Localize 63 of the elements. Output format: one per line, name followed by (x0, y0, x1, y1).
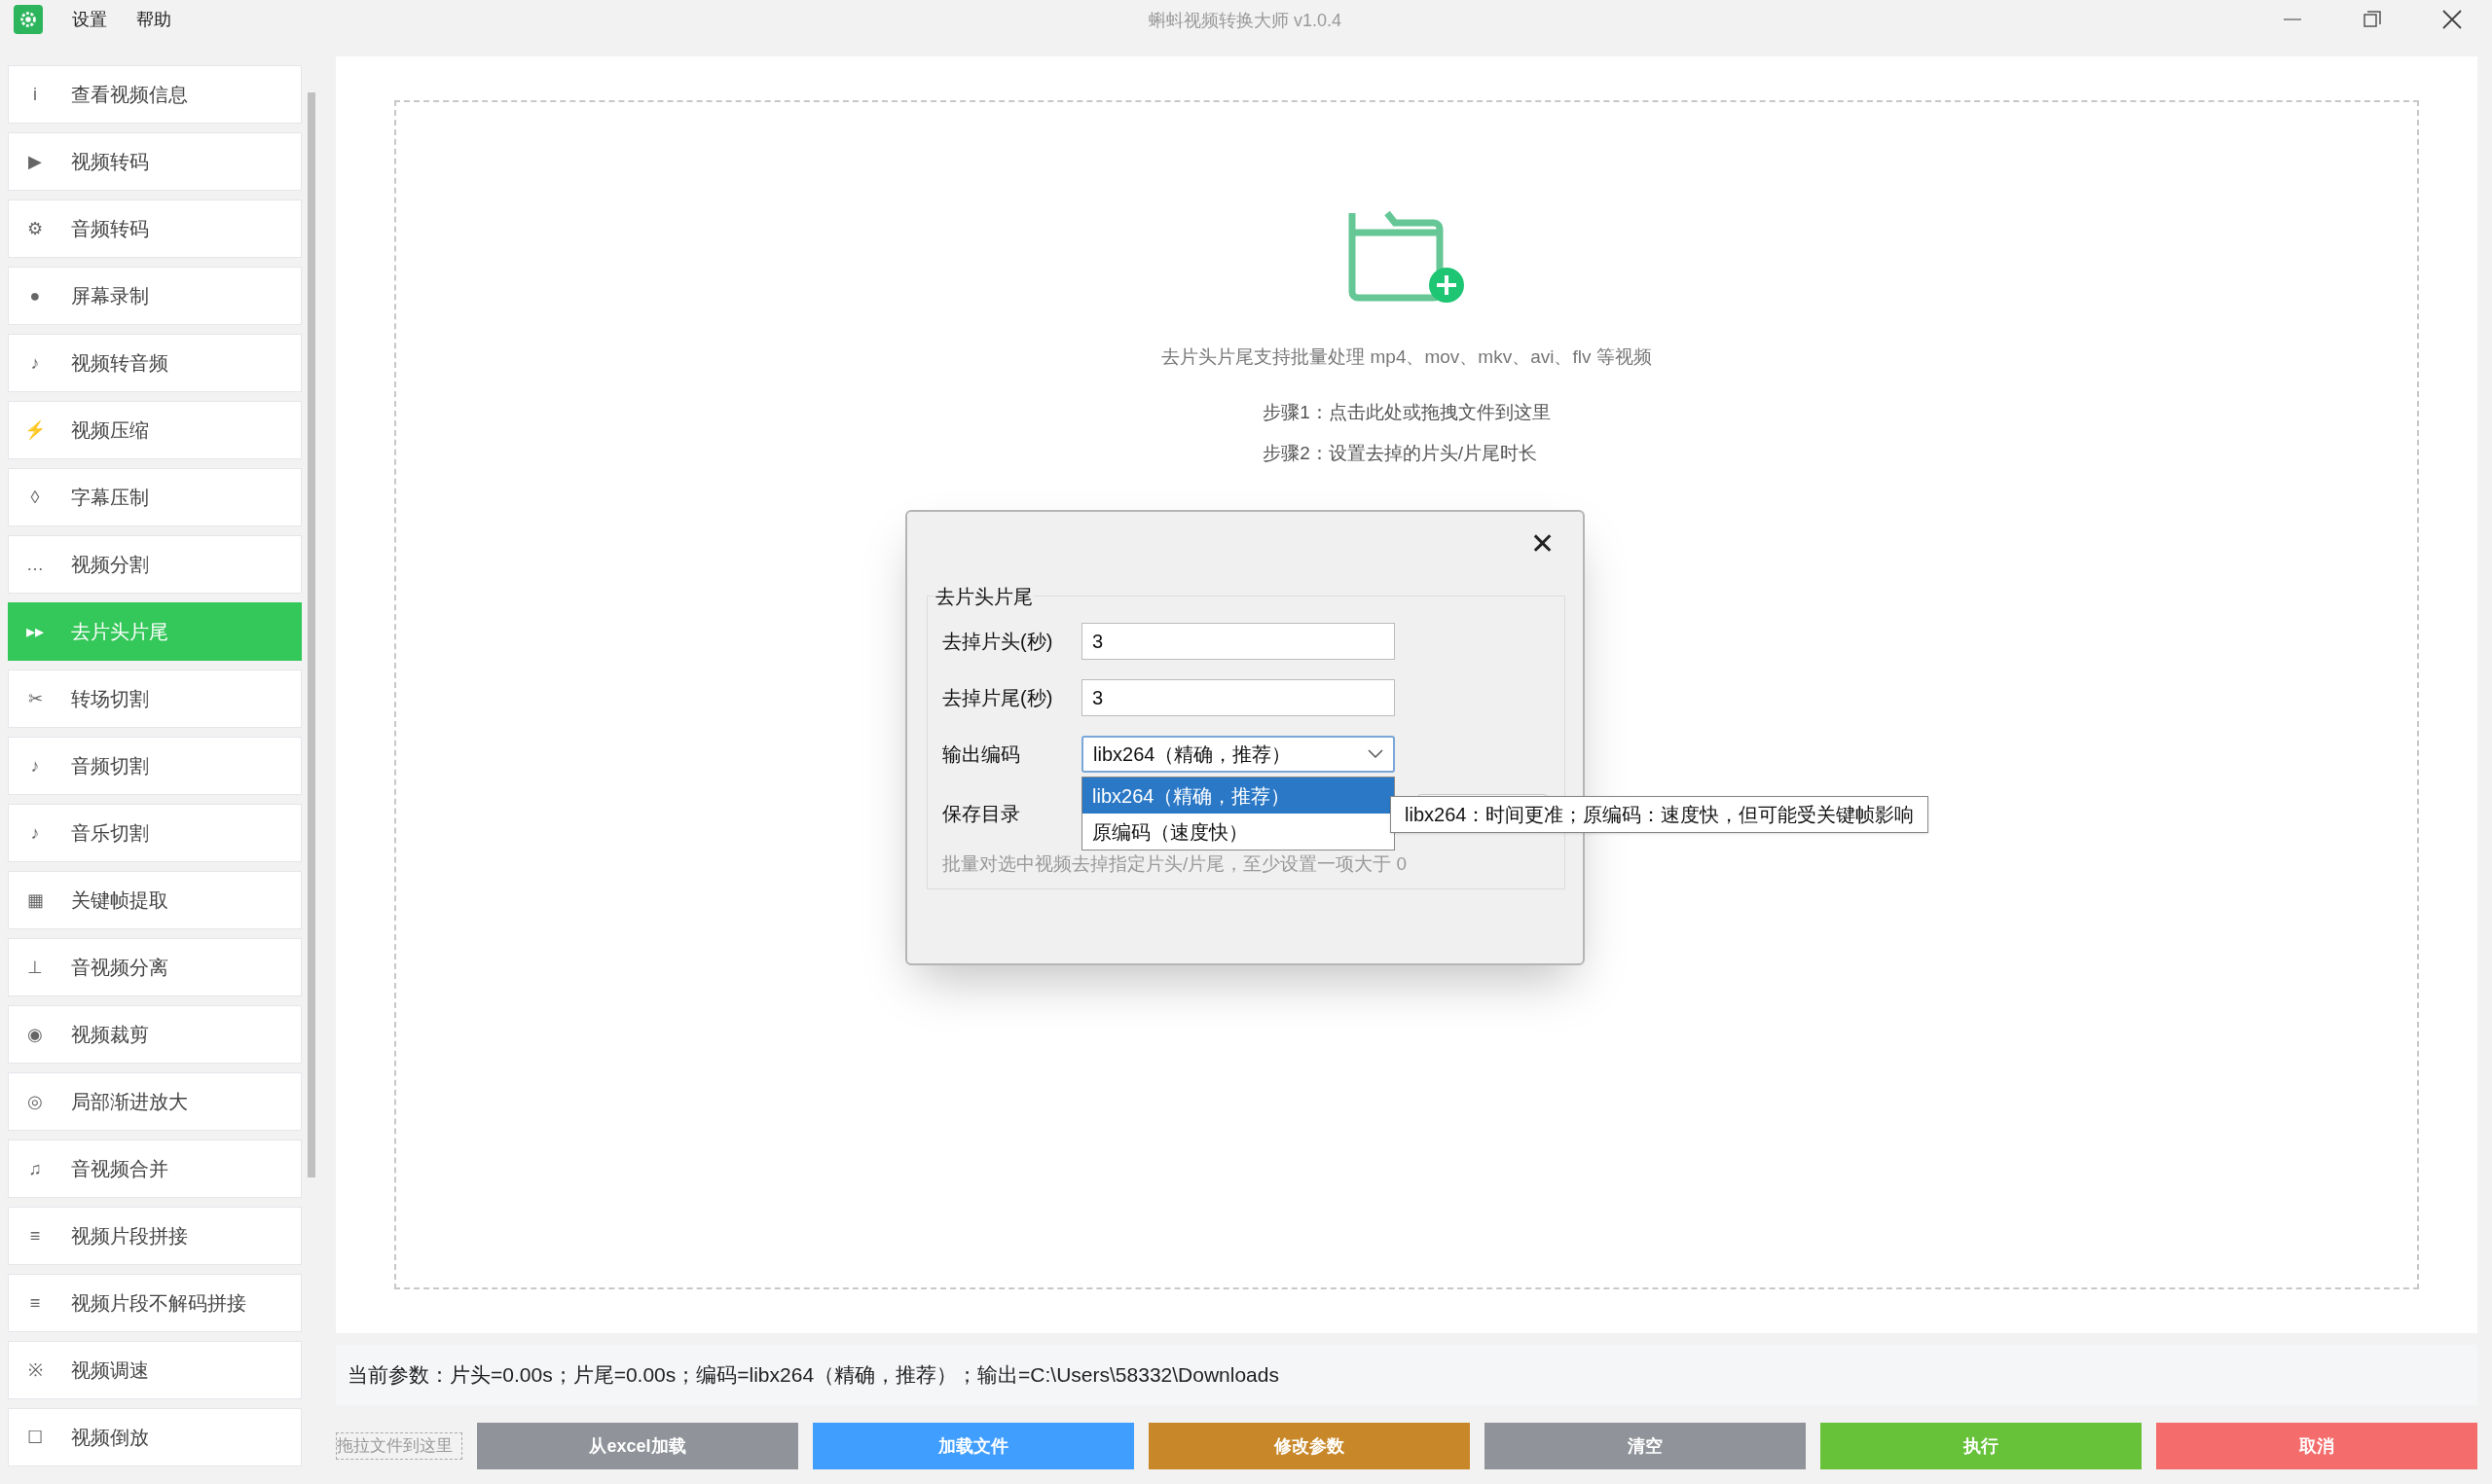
step-text: 步骤1：点击此处或拖拽文件到这里 (1263, 400, 1551, 424)
menu-glyph-icon: ♪ (24, 752, 46, 779)
sidebar-item[interactable]: ♪ 音乐切割 (8, 804, 302, 862)
sidebar-item[interactable]: ◊ 字幕压制 (8, 468, 302, 526)
menu-glyph-icon: ◎ (24, 1088, 46, 1115)
scrollbar[interactable] (308, 92, 315, 1177)
sidebar-item[interactable]: ※ 视频调速 (8, 1341, 302, 1399)
menu-item[interactable]: 帮助 (136, 6, 171, 33)
codec-dropdown[interactable]: libx264（精确，推荐） (1081, 736, 1395, 773)
sidebar-item[interactable]: ⚙ 音频转码 (8, 199, 302, 258)
menu-glyph-icon: … (24, 551, 46, 578)
sidebar-item[interactable]: ◉ 视频裁剪 (8, 1005, 302, 1064)
chevron-down-icon (1368, 749, 1383, 759)
sidebar-item[interactable]: ≡ 视频片段拼接 (8, 1207, 302, 1265)
supported-formats-text: 去片头片尾支持批量处理 mp4、mov、mkv、avi、flv 等视频 (1161, 345, 1652, 369)
menu-glyph-icon: ♪ (24, 349, 46, 377)
hint-text: 批量对选中视频去掉指定片头/片尾，至少设置一项大于 0 (942, 852, 1408, 876)
close-button[interactable]: ✕ (1522, 522, 1561, 561)
step-text: 步骤2：设置去掉的片头/片尾时长 (1263, 442, 1539, 465)
sidebar-item[interactable]: ⚡ 视频压缩 (8, 401, 302, 459)
tooltip: libx264：时间更准；原编码：速度快，但可能受关键帧影响 (1390, 796, 1929, 833)
input-field[interactable]: 3 (1081, 679, 1395, 716)
menu-glyph-icon: i (24, 81, 46, 108)
menu-glyph-icon: ≡ (24, 1289, 46, 1317)
menu-glyph-icon: ☐ (24, 1424, 46, 1451)
input-field[interactable]: 3 (1081, 623, 1395, 660)
sidebar-item[interactable]: ♪ 视频转音频 (8, 334, 302, 392)
window-title: 蝌蚪视频转换大师 v1.0.4 (1149, 10, 1342, 32)
menu-glyph-icon: ✂ (24, 685, 46, 712)
app-logo-icon (14, 5, 43, 34)
field-label: 去掉片头(秒) (942, 630, 1054, 654)
menu-glyph-icon: ⚙ (24, 215, 46, 242)
sidebar-item[interactable]: ▦ 关键帧提取 (8, 871, 302, 929)
sidebar-item[interactable]: ▶ 视频转码 (8, 132, 302, 191)
sidebar-item[interactable]: ● 屏幕录制 (8, 267, 302, 325)
menu-glyph-icon: ≡ (24, 1222, 46, 1249)
field-label: 输出编码 (942, 742, 1021, 767)
sidebar-item[interactable]: ◎ 局部渐进放大 (8, 1072, 302, 1131)
sidebar-item[interactable]: ☐ 视频倒放 (8, 1408, 302, 1466)
menu-item[interactable]: 设置 (72, 6, 107, 33)
menu-glyph-icon: ▸▸ (24, 618, 46, 645)
field-label: 去掉片尾(秒) (942, 686, 1054, 710)
menu-glyph-icon: ⚡ (24, 416, 46, 444)
sidebar-item[interactable]: ♫ 音视频合并 (8, 1140, 302, 1198)
dropdown-option[interactable]: libx264（精确，推荐） (1082, 778, 1394, 814)
field-label: 保存目录 (942, 802, 1020, 826)
drag-hint-text: 拖拉文件到这里 (336, 1432, 462, 1460)
status-text: 当前参数：片头=0.00s；片尾=0.00s；编码=libx264（精确，推荐）；输出=C:\Users\58332\Downloads (348, 1362, 1279, 1389)
sidebar-item[interactable]: … 视频分割 (8, 535, 302, 594)
menu-glyph-icon: ● (24, 282, 46, 309)
menu-glyph-icon: ▶ (24, 148, 46, 175)
sidebar-item[interactable]: ♪ 音频切割 (8, 737, 302, 795)
menu-glyph-icon: ◊ (24, 484, 46, 511)
menu-glyph-icon: ※ (24, 1357, 46, 1384)
menu-glyph-icon: ◉ (24, 1021, 46, 1048)
sidebar-item[interactable]: ≡ 视频片段不解码拼接 (8, 1274, 302, 1332)
menu-glyph-icon: ♪ (24, 819, 46, 847)
menu-glyph-icon: ▦ (24, 887, 46, 914)
sidebar-item[interactable]: ✂ 转场切割 (8, 670, 302, 728)
sidebar-item[interactable]: i 查看视频信息 (8, 65, 302, 124)
menu-glyph-icon: ⊥ (24, 954, 46, 981)
sidebar-item[interactable]: ⊥ 音视频分离 (8, 938, 302, 996)
menu-glyph-icon: ♫ (24, 1155, 46, 1182)
